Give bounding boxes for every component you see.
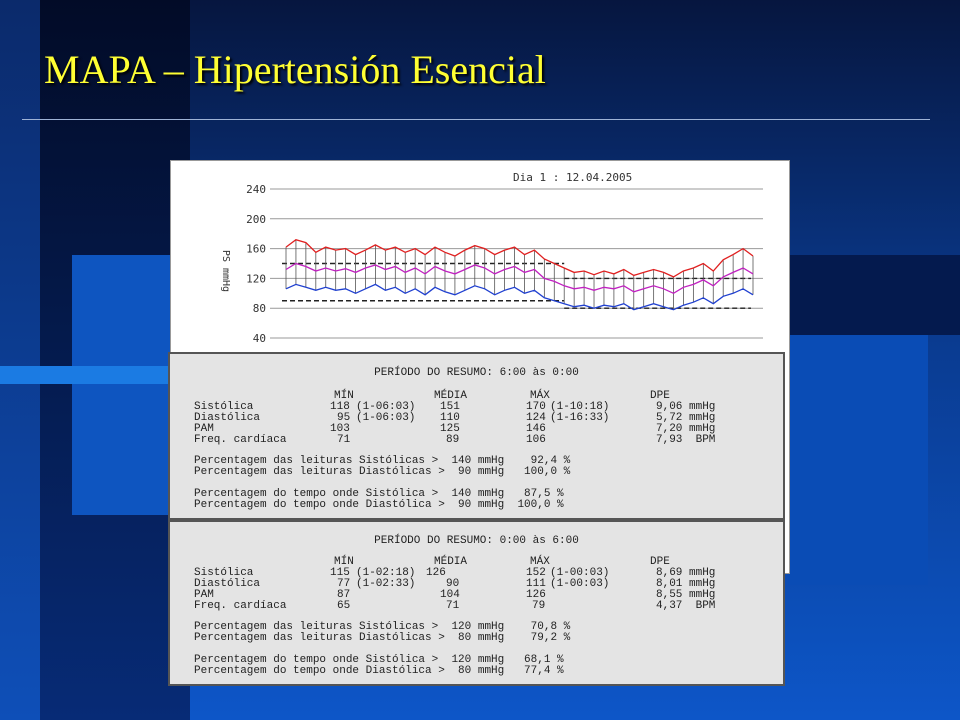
slide-title: MAPA – Hipertensión Esencial bbox=[44, 47, 546, 92]
row-media: 126 bbox=[426, 567, 446, 579]
row-dpe: 7,93 BPM bbox=[656, 434, 716, 446]
background-stripe bbox=[0, 366, 170, 384]
background-band-right-lower bbox=[788, 335, 928, 585]
row-label: Freq. cardíaca bbox=[194, 600, 287, 612]
summary-title: PERÍODO DO RESUMO: 0:00 às 6:00 bbox=[374, 535, 579, 547]
series-layer bbox=[285, 238, 754, 311]
row-max-time: (1-00:03) bbox=[550, 578, 610, 590]
y-tick-label: 120 bbox=[246, 272, 266, 285]
chart-svg: Dia 1 : 12.04.2005 PS mmHg 40 80 120 160 200… bbox=[220, 171, 763, 345]
row-min-time: (1-06:03) bbox=[356, 412, 416, 424]
y-tick-label: 80 bbox=[253, 302, 266, 315]
row-media: 71 bbox=[446, 600, 460, 612]
chart-title: Dia 1 : 12.04.2005 bbox=[513, 171, 632, 184]
summary-title: PERÍODO DO RESUMO: 6:00 às 0:00 bbox=[374, 367, 579, 379]
row-min: 65 bbox=[337, 600, 351, 612]
y-tick-label: 40 bbox=[253, 332, 266, 345]
y-tick-label: 240 bbox=[246, 183, 266, 196]
row-dpe: 4,37 BPM bbox=[656, 600, 716, 612]
row-max-time: (1-16:33) bbox=[550, 412, 610, 424]
percent-line: Percentagem do tempo onde Diastólica > 8… bbox=[194, 665, 564, 677]
row-min: 71 bbox=[337, 434, 351, 446]
y-tick-label: 160 bbox=[246, 243, 266, 256]
summary-panel-day: PERÍODO DO RESUMO: 6:00 às 0:00 MÍN MÉDI… bbox=[168, 352, 785, 520]
row-max: 79 bbox=[532, 600, 546, 612]
row-min-time: (1-02:33) bbox=[356, 578, 416, 590]
background-band-right bbox=[788, 255, 960, 335]
y-axis-label: PS mmHg bbox=[220, 250, 231, 292]
series-line bbox=[285, 238, 754, 278]
title-divider bbox=[22, 119, 930, 120]
background-band-mid bbox=[72, 255, 170, 515]
row-max: 106 bbox=[526, 434, 546, 446]
row-media: 89 bbox=[446, 434, 460, 446]
summary-panel-night: PERÍODO DO RESUMO: 0:00 às 6:00 MÍN MÉDI… bbox=[168, 520, 785, 686]
y-tick-label: 200 bbox=[246, 213, 266, 226]
percent-line: Percentagem do tempo onde Diastólica > 9… bbox=[194, 499, 564, 511]
percent-line: Percentagem das leituras Diastólicas > 9… bbox=[194, 466, 571, 478]
row-label: Freq. cardíaca bbox=[194, 434, 287, 446]
percent-line: Percentagem das leituras Diastólicas > 8… bbox=[194, 632, 571, 644]
background-band-left bbox=[0, 0, 40, 720]
